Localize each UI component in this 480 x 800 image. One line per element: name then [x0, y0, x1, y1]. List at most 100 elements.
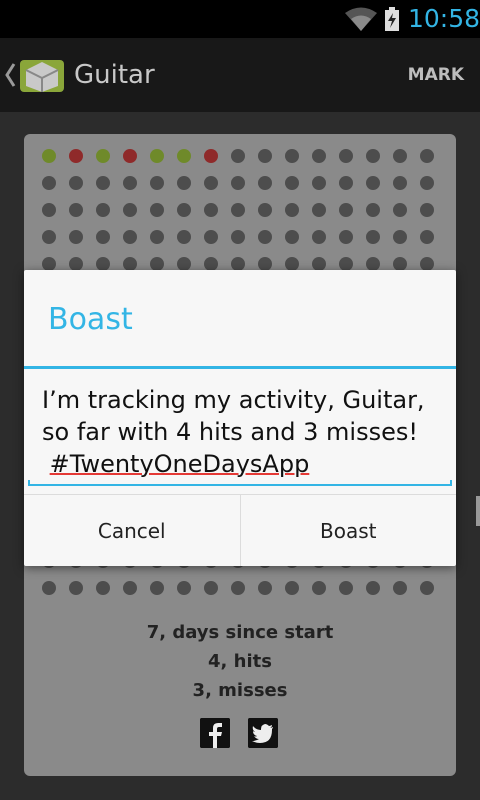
day-dot — [177, 581, 191, 595]
day-dot — [123, 230, 137, 244]
day-dot — [42, 257, 56, 271]
boast-button[interactable]: Boast — [239, 495, 457, 566]
scroll-edge-handle — [476, 496, 480, 526]
facebook-icon[interactable] — [200, 718, 230, 748]
day-dot — [204, 581, 218, 595]
day-dot — [96, 176, 110, 190]
day-dot — [231, 149, 245, 163]
stats-summary: 7, days since start 4, hits 3, misses — [24, 618, 456, 705]
day-dot — [420, 203, 434, 217]
days-since-start: 7, days since start — [146, 622, 334, 643]
day-dot — [420, 176, 434, 190]
day-dot — [420, 581, 434, 595]
back-chevron-icon[interactable] — [2, 56, 72, 94]
day-dot — [285, 176, 299, 190]
day-dot — [150, 257, 164, 271]
day-dot — [285, 581, 299, 595]
mark-button[interactable]: MARK — [408, 64, 464, 86]
day-dot — [393, 149, 407, 163]
day-dot — [366, 257, 380, 271]
day-dot — [96, 257, 110, 271]
day-dot — [69, 176, 83, 190]
day-dot — [231, 230, 245, 244]
day-dot — [42, 230, 56, 244]
day-dot — [123, 581, 137, 595]
day-dot — [69, 581, 83, 595]
day-dot — [150, 176, 164, 190]
day-dot — [258, 230, 272, 244]
day-dot — [42, 581, 56, 595]
day-dot — [204, 149, 218, 163]
wifi-icon — [345, 7, 377, 31]
dialog-title: Boast — [48, 302, 133, 337]
day-dot — [339, 203, 353, 217]
day-dot — [69, 257, 83, 271]
day-dot — [231, 176, 245, 190]
day-dot — [393, 176, 407, 190]
boast-dialog: Boast I’m tracking my activity, Guitar, … — [24, 270, 456, 566]
day-dot — [177, 203, 191, 217]
day-dot — [204, 203, 218, 217]
day-dot — [150, 581, 164, 595]
day-dot — [123, 149, 137, 163]
day-dot — [393, 203, 407, 217]
day-dot — [258, 176, 272, 190]
day-dot — [42, 149, 56, 163]
misses-count: 3, misses — [192, 680, 288, 701]
day-dot — [231, 203, 245, 217]
day-dot — [42, 176, 56, 190]
day-dot — [123, 257, 137, 271]
day-dot — [285, 149, 299, 163]
day-dot — [69, 149, 83, 163]
day-dot — [150, 203, 164, 217]
day-dot — [420, 230, 434, 244]
hashtag-text: #TwentyOneDaysApp — [49, 450, 310, 478]
day-dot — [69, 230, 83, 244]
dialog-title-divider — [24, 366, 456, 369]
day-dot — [177, 257, 191, 271]
day-dot — [150, 230, 164, 244]
day-dot — [204, 230, 218, 244]
day-dot — [393, 230, 407, 244]
day-dot — [339, 176, 353, 190]
text-field-underline — [28, 480, 452, 486]
day-dot — [285, 257, 299, 271]
day-dot — [420, 149, 434, 163]
day-dot — [96, 203, 110, 217]
day-dot — [285, 203, 299, 217]
day-dot — [366, 149, 380, 163]
day-dot — [96, 581, 110, 595]
day-dot — [258, 581, 272, 595]
day-dot — [366, 581, 380, 595]
day-dot — [339, 257, 353, 271]
day-dot — [285, 230, 299, 244]
day-dot — [312, 581, 326, 595]
day-dot — [420, 257, 434, 271]
day-dot — [69, 203, 83, 217]
day-dot — [150, 149, 164, 163]
day-dot — [204, 176, 218, 190]
day-dot — [312, 149, 326, 163]
battery-charging-icon — [385, 7, 399, 31]
day-dot — [177, 149, 191, 163]
message-line-1: I’m tracking my activity, Guitar, — [42, 386, 425, 414]
status-clock: 10:58 — [408, 4, 480, 33]
day-dot — [312, 257, 326, 271]
day-dot — [312, 203, 326, 217]
day-dot — [42, 203, 56, 217]
day-dot — [393, 257, 407, 271]
day-dot — [177, 176, 191, 190]
action-bar: Guitar MARK — [0, 38, 480, 112]
boast-message-field[interactable]: I’m tracking my activity, Guitar, so far… — [42, 384, 442, 480]
day-dot — [366, 230, 380, 244]
message-line-2: so far with 4 hits and 3 misses! — [42, 418, 418, 446]
day-dot — [96, 149, 110, 163]
day-dot — [393, 581, 407, 595]
cancel-button[interactable]: Cancel — [24, 495, 240, 566]
day-dot — [312, 176, 326, 190]
twitter-icon[interactable] — [248, 718, 278, 748]
dialog-button-bar: Cancel Boast — [24, 494, 456, 566]
screen-title: Guitar — [74, 60, 155, 90]
day-dot — [177, 230, 191, 244]
day-dot — [231, 581, 245, 595]
